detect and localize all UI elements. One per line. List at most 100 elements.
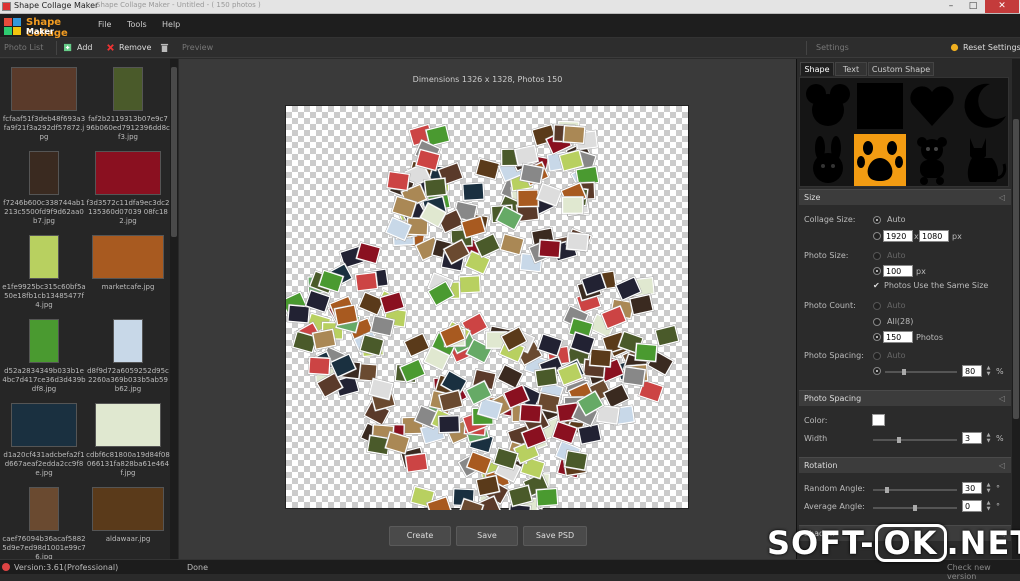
photo-list-item[interactable]: d52a2834349b033b1e4bc7d417ce36d3d439bdf8… [2, 315, 86, 399]
border-width-spinner[interactable]: ▲ ▼ [985, 432, 992, 444]
photo-size-input[interactable]: 100 [883, 265, 913, 277]
save-psd-button[interactable]: Save PSD [523, 526, 587, 546]
collage-photo-tile [533, 366, 559, 389]
photo-count-custom-radio[interactable] [873, 333, 881, 341]
collage-photo-tile [461, 181, 486, 202]
menu-file[interactable]: File [98, 20, 111, 29]
cat-shape[interactable] [958, 134, 1010, 186]
border-color-swatch[interactable] [872, 414, 885, 426]
tab-text[interactable]: Text [835, 62, 867, 76]
menu-tools[interactable]: Tools [127, 20, 147, 29]
size-section-header[interactable]: Size ◁ [799, 189, 1011, 205]
pin-icon[interactable]: ◁ [999, 190, 1005, 206]
photo-spacing-input[interactable]: 80 [962, 365, 982, 377]
border-width-slider[interactable] [873, 437, 957, 443]
photo-filename: d52a2834349b033b1e4bc7d417ce36d3d439bdf8… [2, 367, 86, 393]
photo-list-item[interactable]: aldawaar.jpg [86, 483, 170, 567]
create-button[interactable]: Create [389, 526, 451, 546]
photo-list-item[interactable]: f3d3572c11dfa9ec3dc2135360d07039 08fc182… [86, 147, 170, 231]
average-angle-spinner[interactable]: ▲ ▼ [985, 500, 992, 512]
minimize-button[interactable]: – [940, 0, 962, 13]
rotation-section-title: Rotation [804, 461, 838, 470]
photo-thumbnail [92, 235, 164, 279]
photo-list-item[interactable]: e1fe9925bc315c60bf5a50e18fb1cb13485477f4… [2, 231, 86, 315]
heart-shape-icon [910, 86, 954, 126]
collage-photo-tile [621, 365, 647, 388]
same-size-checkbox[interactable]: ✔ [873, 281, 880, 290]
app-icon [2, 2, 11, 11]
photo-spacing-spinner[interactable]: ▲ ▼ [985, 365, 992, 377]
slider-handle[interactable] [897, 437, 901, 443]
photo-size-auto-radio[interactable] [873, 252, 881, 260]
scrollbar-thumb[interactable] [1013, 119, 1019, 419]
photo-list-item[interactable]: d8f9d72a6059252d95c2260a369b033b5ab59b62… [86, 315, 170, 399]
photo-list-item[interactable]: caef76094b36acaf58825d9e7ed98d1001e99c76… [2, 483, 86, 567]
photo-spacing-slider[interactable] [885, 369, 957, 375]
reset-settings-button[interactable]: Reset Settings [950, 43, 1020, 52]
photo-count-auto-radio[interactable] [873, 302, 881, 310]
slider-handle[interactable] [902, 369, 906, 375]
slider-handle[interactable] [913, 505, 917, 511]
border-width-unit: % [996, 434, 1004, 443]
average-angle-slider[interactable] [873, 505, 957, 511]
photo-list-item[interactable]: faf2b2119313b07e9c796b060ed7912396dd8cf3… [86, 63, 170, 147]
remove-button[interactable]: Remove [106, 43, 151, 52]
save-button[interactable]: Save [456, 526, 518, 546]
collage-photo-tile [588, 347, 613, 368]
collage-width-input[interactable]: 1920 [883, 230, 913, 242]
photo-spacing-auto-radio[interactable] [873, 352, 881, 360]
collage-photo-tile [518, 403, 543, 424]
collage-size-custom-radio[interactable] [873, 232, 881, 240]
collage-size-auto-radio[interactable] [873, 216, 881, 224]
rabbit-shape-icon [813, 136, 843, 183]
photo-thumbnail [113, 319, 143, 363]
maximize-button[interactable]: □ [962, 0, 984, 13]
photo-list-item[interactable]: fcfaaf51f3deb48f693a3fa9f21f3a292df57872… [2, 63, 86, 147]
photo-spacing-section-header[interactable]: Photo Spacing ◁ [799, 390, 1011, 406]
scrollbar-thumb[interactable] [171, 67, 177, 237]
photo-list-item[interactable]: marketcafe.jpg [86, 231, 170, 315]
photo-list-item[interactable]: f7246b600c338744ab1213c5500fd9f9d62aa0b7… [2, 147, 86, 231]
tab-shape[interactable]: Shape [800, 62, 834, 76]
collage-height-input[interactable]: 1080 [919, 230, 949, 242]
delete-all-button[interactable] [160, 43, 173, 52]
rotation-section-header[interactable]: Rotation ◁ [799, 457, 1011, 473]
bear-shape[interactable] [906, 134, 958, 186]
photo-thumbnail [95, 403, 161, 447]
rabbit-shape[interactable] [802, 134, 854, 186]
photo-size-custom-radio[interactable] [873, 267, 881, 275]
paw-shape[interactable] [854, 134, 906, 186]
moon-shape[interactable] [958, 80, 1010, 132]
close-button[interactable]: ✕ [985, 0, 1019, 13]
tab-custom-shape[interactable]: Custom Shape [868, 62, 934, 76]
collage-canvas[interactable] [285, 105, 689, 510]
photo-count-input[interactable]: 150 [883, 331, 913, 343]
photo-spacing-unit: % [996, 367, 1004, 376]
average-angle-input[interactable]: 0 [962, 500, 982, 512]
cat-shape-icon [967, 138, 1007, 182]
border-width-input[interactable]: 3 [962, 432, 982, 444]
photo-thumbnail [29, 487, 59, 531]
photo-count-label: Photo Count: [804, 301, 856, 310]
preview-button[interactable]: Preview [182, 43, 213, 52]
photo-thumbnail [29, 235, 59, 279]
mouse-shape[interactable] [802, 80, 854, 132]
menu-help[interactable]: Help [162, 20, 180, 29]
collage-photo-tile [653, 324, 681, 348]
heart-shape[interactable] [906, 80, 958, 132]
pin-icon[interactable]: ◁ [999, 391, 1005, 407]
photo-list-item[interactable]: cdbf6c81800a19d84f08066131fa828ba61e464f… [86, 399, 170, 483]
photo-list-scrollbar[interactable] [170, 59, 178, 559]
square-shape[interactable] [854, 80, 906, 132]
photo-count-all-radio[interactable] [873, 318, 881, 326]
settings-scrollbar[interactable] [1012, 59, 1020, 559]
add-button[interactable]: Add [64, 43, 93, 52]
photo-spacing-custom-radio[interactable] [873, 367, 881, 375]
random-angle-input[interactable]: 30 [962, 482, 982, 494]
photo-list-item[interactable]: d1a20cf431adcbefa2f1d667aeaf2edda2cc9f8e… [2, 399, 86, 483]
slider-handle[interactable] [885, 487, 889, 493]
random-angle-slider[interactable] [873, 487, 957, 493]
random-angle-spinner[interactable]: ▲ ▼ [985, 482, 992, 494]
pin-icon[interactable]: ◁ [999, 458, 1005, 474]
photo-filename: fcfaaf51f3deb48f693a3fa9f21f3a292df57872… [2, 115, 86, 141]
